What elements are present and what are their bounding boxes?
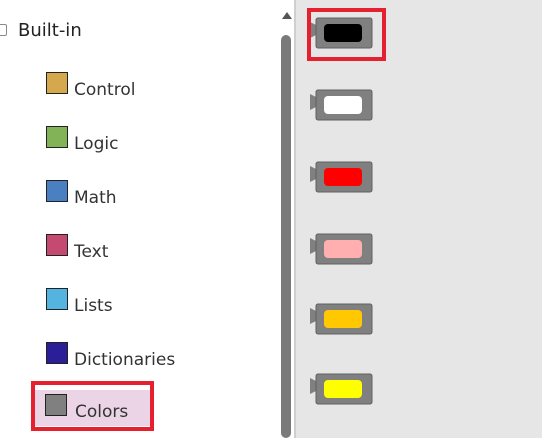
color-swatch-icon[interactable] [324, 310, 362, 328]
color-yellow-block[interactable] [308, 372, 374, 408]
scroll-up-icon[interactable] [282, 12, 292, 19]
dictionaries-color-swatch-icon [46, 342, 68, 364]
category-lists[interactable]: Lists [42, 284, 172, 320]
category-label: Logic [74, 134, 119, 154]
color-white-block[interactable] [308, 88, 374, 124]
category-control[interactable]: Control [42, 68, 172, 104]
color-swatch-icon[interactable] [324, 168, 362, 186]
category-label: Control [74, 80, 136, 100]
category-tree: Built-in Control Logic Math Text Lists D… [0, 0, 278, 438]
tree-scrollbar[interactable] [278, 0, 296, 438]
color-red-block[interactable] [308, 160, 374, 196]
text-color-swatch-icon [46, 234, 68, 256]
control-color-swatch-icon [46, 72, 68, 94]
category-text[interactable]: Text [42, 230, 172, 266]
math-color-swatch-icon [46, 180, 68, 202]
category-colors[interactable]: Colors [35, 390, 150, 426]
category-label: Colors [75, 402, 129, 422]
colors-color-swatch-icon [45, 394, 67, 416]
blocks-flyout [296, 0, 542, 438]
color-swatch-icon[interactable] [324, 96, 362, 114]
category-math[interactable]: Math [42, 176, 172, 212]
tree-toggle-icon[interactable] [0, 24, 7, 36]
category-dictionaries[interactable]: Dictionaries [42, 338, 176, 374]
category-label: Dictionaries [74, 350, 176, 370]
color-swatch-icon[interactable] [324, 240, 362, 258]
color-pink-block[interactable] [308, 232, 374, 268]
category-logic[interactable]: Logic [42, 122, 172, 158]
color-black-block[interactable] [308, 16, 374, 52]
tree-root-label: Built-in [18, 20, 82, 41]
category-label: Text [74, 242, 109, 262]
category-label: Math [74, 188, 117, 208]
logic-color-swatch-icon [46, 126, 68, 148]
color-orange-block[interactable] [308, 302, 374, 338]
color-swatch-icon[interactable] [324, 24, 362, 42]
lists-color-swatch-icon [46, 288, 68, 310]
category-label: Lists [74, 296, 113, 316]
scrollbar-thumb[interactable] [281, 35, 291, 438]
color-swatch-icon[interactable] [324, 380, 362, 398]
